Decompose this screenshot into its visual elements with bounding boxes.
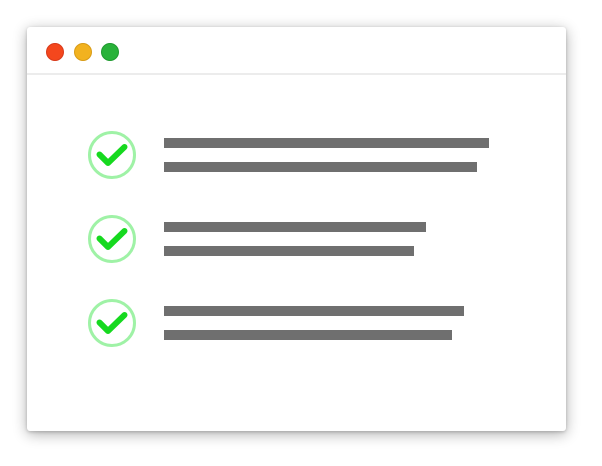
check-circle-icon <box>88 131 136 179</box>
app-window <box>27 27 566 431</box>
check-circle-icon <box>88 215 136 263</box>
text-placeholder-line <box>164 222 426 232</box>
close-button[interactable] <box>46 43 64 61</box>
checklist-item <box>87 298 547 350</box>
checklist-item <box>87 130 547 182</box>
maximize-button[interactable] <box>101 43 119 61</box>
text-placeholder-line <box>164 330 452 340</box>
text-placeholder-line <box>164 162 477 172</box>
checklist-item <box>87 214 547 266</box>
title-bar <box>27 27 566 75</box>
checklist <box>27 75 566 431</box>
minimize-button[interactable] <box>74 43 92 61</box>
text-placeholder-line <box>164 246 414 256</box>
text-placeholder-line <box>164 306 464 316</box>
text-placeholder-line <box>164 138 489 148</box>
check-circle-icon <box>88 299 136 347</box>
